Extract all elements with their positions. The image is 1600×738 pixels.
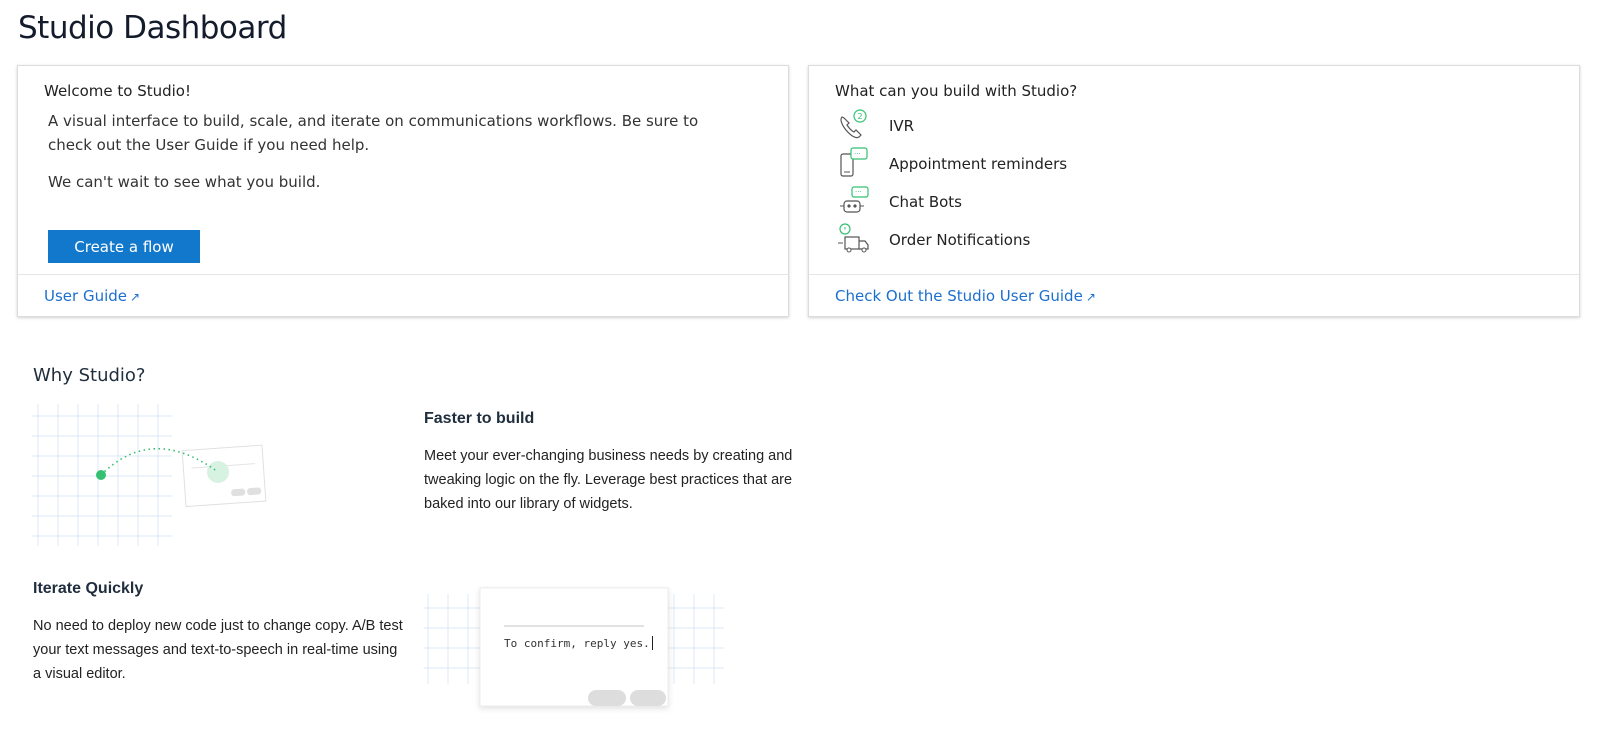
build-item-order-notifications: Order Notifications	[835, 222, 1155, 258]
phone-ivr-icon: 2	[840, 109, 867, 139]
build-item-label: Chat Bots	[889, 193, 962, 211]
studio-user-guide-link-label: Check Out the Studio User Guide	[835, 287, 1083, 305]
build-card-body: What can you build with Studio? 2 IVR ··…	[809, 66, 1579, 277]
welcome-intro-text: A visual interface to build, scale, and …	[48, 112, 699, 154]
feature-faster-to-build-text: Meet your ever-changing business needs b…	[424, 448, 793, 512]
welcome-closing-text: We can't wait to see what you build.	[48, 173, 321, 191]
build-card-footer: Check Out the Studio User Guide ↗	[809, 274, 1579, 316]
user-guide-link[interactable]: User Guide ↗	[44, 287, 140, 305]
build-card: What can you build with Studio? 2 IVR ··…	[808, 65, 1580, 317]
welcome-card-title: Welcome to Studio!	[44, 82, 191, 100]
build-item-ivr: 2 IVR	[835, 108, 1155, 144]
page-title: Studio Dashboard	[18, 10, 287, 46]
welcome-card: Welcome to Studio! A visual interface to…	[17, 65, 789, 317]
welcome-card-body: Welcome to Studio! A visual interface to…	[18, 66, 788, 277]
iterate-quickly-illustration	[424, 587, 724, 707]
svg-text:···: ···	[854, 150, 861, 158]
build-item-label: Appointment reminders	[889, 155, 1068, 173]
welcome-card-footer: User Guide ↗	[18, 274, 788, 316]
feature-iterate-quickly-text: No need to deploy new code just to chang…	[33, 618, 403, 682]
chat-bot-icon: ···	[840, 186, 869, 213]
build-card-title: What can you build with Studio?	[835, 82, 1078, 100]
build-item-label: Order Notifications	[889, 231, 1031, 249]
delivery-truck-icon	[838, 223, 869, 253]
external-link-icon: ↗	[1085, 290, 1096, 304]
text-cursor	[651, 636, 653, 650]
editor-sample-text-wrap: To confirm, reply yes.	[504, 636, 653, 650]
studio-user-guide-link[interactable]: Check Out the Studio User Guide ↗	[835, 287, 1096, 305]
feature-faster-to-build-heading: Faster to build	[424, 410, 535, 427]
user-guide-link-label: User Guide	[44, 287, 128, 305]
editor-sample-text: To confirm, reply yes.	[504, 637, 650, 650]
feature-iterate-quickly-heading: Iterate Quickly	[33, 580, 144, 597]
svg-text:2: 2	[858, 112, 863, 121]
svg-text:···: ···	[855, 188, 862, 196]
build-item-chat-bots: ··· Chat Bots	[835, 184, 1155, 220]
faster-to-build-illustration	[32, 404, 267, 546]
why-studio-title: Why Studio?	[33, 365, 146, 386]
mobile-message-icon: ···	[840, 147, 868, 177]
external-link-icon: ↗	[130, 290, 141, 304]
create-flow-button[interactable]: Create a flow	[48, 230, 200, 263]
build-item-appointment-reminders: ··· Appointment reminders	[835, 146, 1155, 182]
build-item-label: IVR	[889, 117, 915, 135]
